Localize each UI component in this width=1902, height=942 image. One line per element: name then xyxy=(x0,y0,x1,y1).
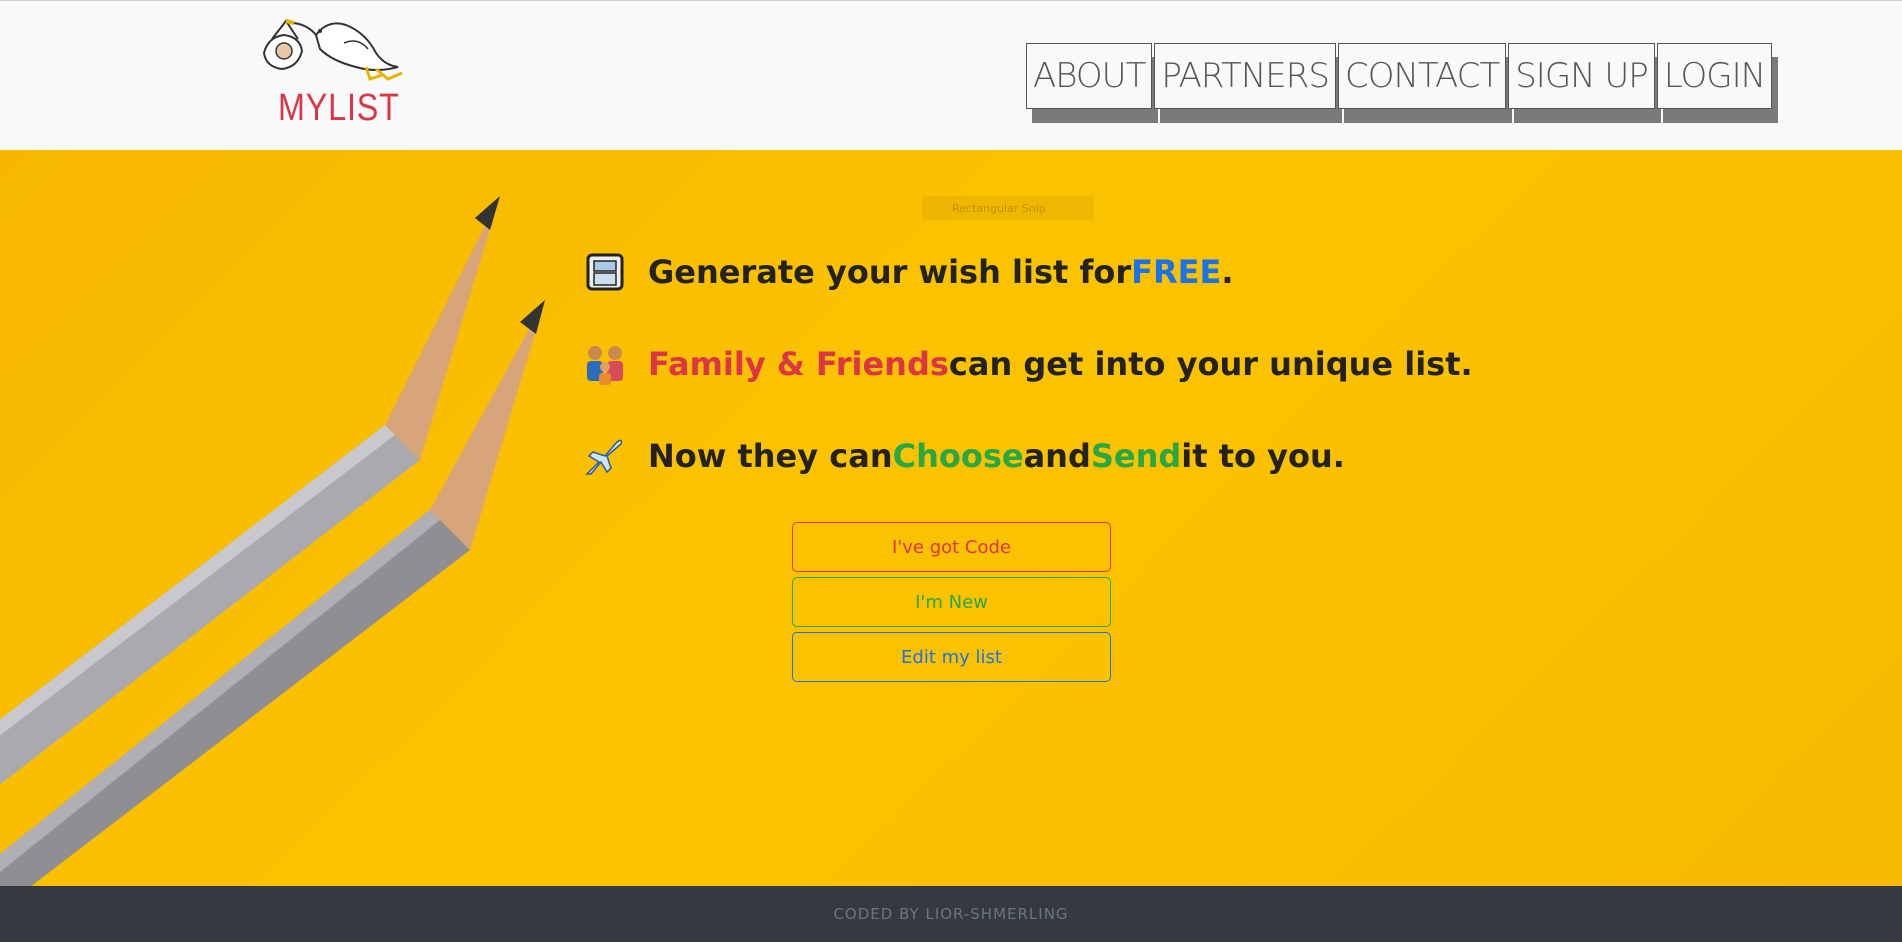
hero-buttons: I've got Code I'm New Edit my list xyxy=(792,522,1111,687)
feature-line-3: Now they can Choose and Send it to you. xyxy=(582,410,1473,502)
nav-login[interactable]: LOGIN xyxy=(1656,43,1779,123)
im-new-button[interactable]: I'm New xyxy=(792,577,1111,627)
nav-about[interactable]: ABOUT xyxy=(1026,43,1159,123)
footer: CODED BY LIOR-SHMERLING xyxy=(0,886,1902,942)
logo[interactable]: MYLIST xyxy=(258,15,408,129)
nav-partners-label[interactable]: PARTNERS xyxy=(1154,43,1336,109)
window-icon xyxy=(582,249,628,295)
header: MYLIST ABOUT PARTNERS CONTACT SIGN UP LO… xyxy=(0,0,1902,150)
airplane-icon xyxy=(582,433,628,479)
hero-section: Rectangular Snip Generate your wish list… xyxy=(0,150,1902,886)
nav-sign-up-label[interactable]: SIGN UP xyxy=(1508,43,1655,109)
main-nav: ABOUT PARTNERS CONTACT SIGN UP LOGIN xyxy=(1026,43,1779,123)
edit-my-list-button[interactable]: Edit my list xyxy=(792,632,1111,682)
rectangular-snip-overlay: Rectangular Snip xyxy=(922,196,1094,220)
nav-sign-up[interactable]: SIGN UP xyxy=(1508,43,1661,123)
nav-login-label[interactable]: LOGIN xyxy=(1656,43,1773,109)
nav-about-label[interactable]: ABOUT xyxy=(1026,43,1153,109)
brand-name[interactable]: MYLIST xyxy=(278,87,400,130)
nav-partners[interactable]: PARTNERS xyxy=(1154,43,1342,123)
nav-contact[interactable]: CONTACT xyxy=(1337,43,1513,123)
family-icon xyxy=(582,341,628,387)
hero-features: Generate your wish list for FREE . Famil… xyxy=(582,226,1473,502)
nav-contact-label[interactable]: CONTACT xyxy=(1337,43,1507,109)
feature-line-1: Generate your wish list for FREE . xyxy=(582,226,1473,318)
stork-carrying-baby-icon xyxy=(262,19,403,81)
footer-credit: CODED BY LIOR-SHMERLING xyxy=(833,905,1069,923)
feature-line-2: Family & Friends can get into your uniqu… xyxy=(582,318,1473,410)
pencils-background-image xyxy=(0,196,545,886)
got-code-button[interactable]: I've got Code xyxy=(792,522,1111,572)
